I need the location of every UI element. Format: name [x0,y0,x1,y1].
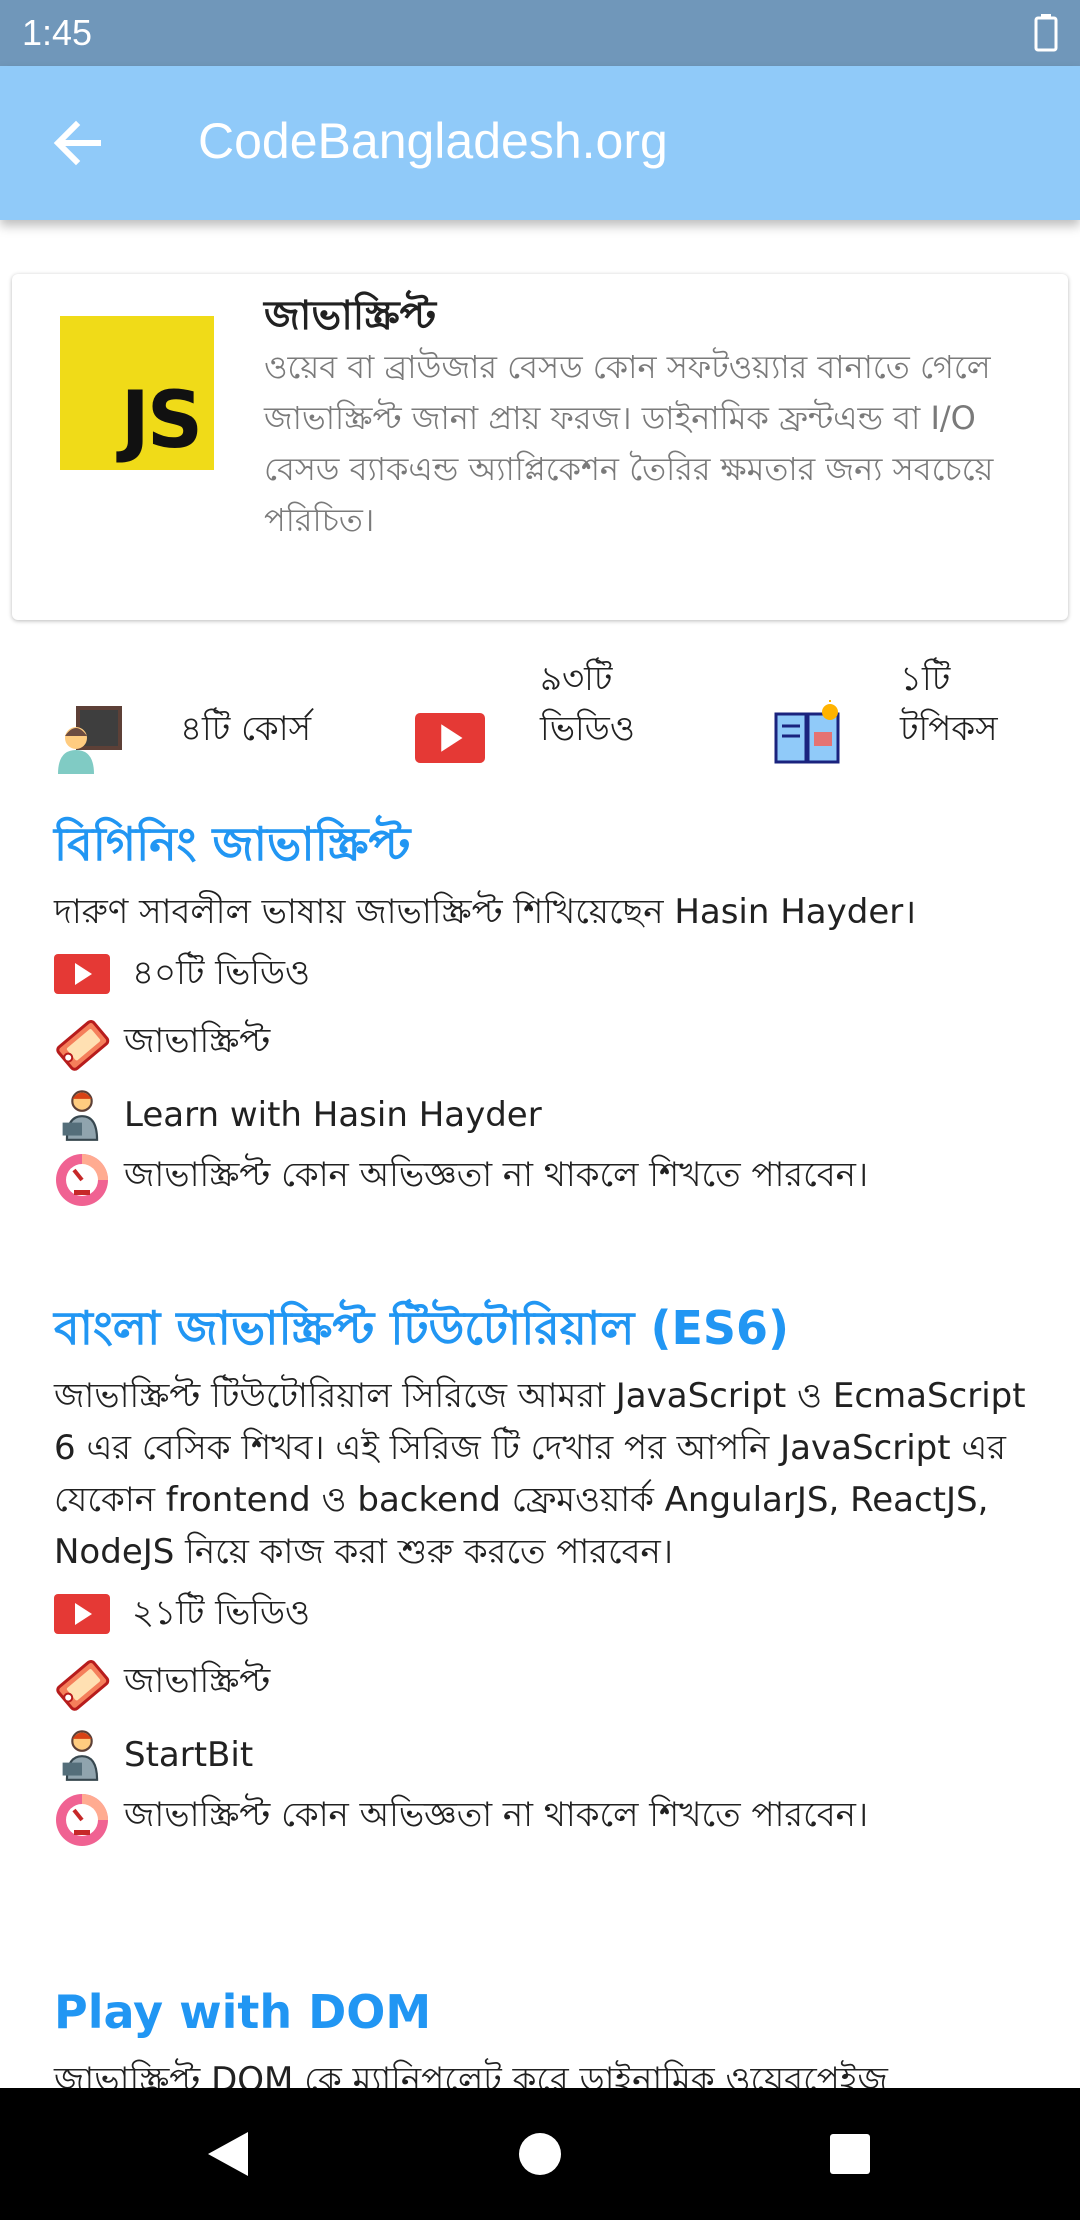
course-author: Learn with Hasin Hayder [124,1095,542,1135]
course-author-row: StartBit [54,1718,1044,1784]
level-gauge-icon [54,1792,110,1852]
course-tag-row: জাভাস্ক্রিপ্ট [54,1650,1044,1718]
stat-videos-label: ৯৩টি ভিডিও [540,659,635,749]
stat-topics: ১টি টপিকস [774,659,1054,800]
course-level-row: জাভাস্ক্রিপ্ট কোন অভিজ্ঞতা না থাকলে শিখত… [54,1784,1044,1852]
course-videos-row: ৪০টি ভিডিও [54,942,1044,1010]
battery-icon [1034,14,1058,56]
stat-courses-label: ৪টি কোর্স [180,709,312,749]
app-title: CodeBangladesh.org [198,113,668,169]
course-card[interactable]: বাংলা জাভাস্ক্রিপ্ট টিউটোরিয়াল (ES6) জা… [54,1298,1044,1852]
author-icon [54,1726,110,1786]
course-title[interactable]: বাংলা জাভাস্ক্রিপ্ট টিউটোরিয়াল (ES6) [54,1298,1044,1358]
tag-icon [54,1018,111,1078]
teacher-icon [54,704,124,778]
nav-recents-icon [830,2134,870,2174]
course-tag[interactable]: জাভাস্ক্রিপ্ট [124,1018,270,1064]
course-card[interactable]: বিগিনিং জাভাস্ক্রিপ্ট দারুণ সাবলীল ভাষায… [54,814,1044,1212]
nav-recents-button[interactable] [822,2126,878,2186]
course-tag-row: জাভাস্ক্রিপ্ট [54,1010,1044,1078]
topic-description: ওয়েব বা ব্রাউজার বেসড কোন সফটওয়্যার বা… [264,348,994,539]
topic-title: জাভাস্ক্রিপ্ট [264,293,437,339]
arrow-back-icon [53,120,101,166]
course-video-count: ৪০টি ভিডিও [132,953,311,993]
course-author: StartBit [124,1735,254,1775]
youtube-icon [54,1590,110,1642]
course-title[interactable]: Play with DOM [54,1982,1044,2042]
course-level: জাভাস্ক্রিপ্ট কোন অভিজ্ঞতা না থাকলে শিখত… [124,1795,869,1835]
course-card[interactable]: Play with DOM জাভাস্ক্রিপ্ট DOM কে ম্যান… [54,1982,1044,2088]
course-video-count: ২১টি ভিডিও [132,1593,311,1633]
book-idea-icon [774,700,844,774]
course-tag[interactable]: জাভাস্ক্রিপ্ট [124,1658,270,1704]
system-nav-bar [0,2088,1080,2220]
course-title[interactable]: বিগিনিং জাভাস্ক্রিপ্ট [54,814,1044,874]
course-videos-row: ২১টি ভিডিও [54,1582,1044,1650]
author-icon [54,1086,110,1146]
course-level: জাভাস্ক্রিপ্ট কোন অভিজ্ঞতা না থাকলে শিখত… [124,1155,869,1195]
js-logo-text: JS [120,376,203,466]
course-description: দারুণ সাবলীল ভাষায় জাভাস্ক্রিপ্ট শিখিয়… [54,892,917,932]
nav-back-icon [208,2132,248,2176]
level-gauge-icon [54,1152,110,1212]
tag-icon [54,1658,111,1718]
nav-home-button[interactable] [512,2126,568,2186]
stat-videos: ৯৩টি ভিডিও [414,659,694,800]
nav-back-button[interactable] [200,2126,256,2186]
course-description: জাভাস্ক্রিপ্ট টিউটোরিয়াল সিরিজে আমরা Ja… [54,1376,1026,1572]
status-bar: 1:45 [0,0,1080,66]
course-description: জাভাস্ক্রিপ্ট DOM কে ম্যানিপুলেট করে ডাই… [54,2060,888,2088]
status-time: 1:45 [22,12,93,53]
course-author-row: Learn with Hasin Hayder [54,1078,1044,1144]
course-level-row: জাভাস্ক্রিপ্ট কোন অভিজ্ঞতা না থাকলে শিখত… [54,1144,1044,1212]
app-bar: CodeBangladesh.org [0,66,1080,220]
back-button[interactable] [46,112,108,174]
nav-home-icon [519,2133,561,2175]
topic-intro-card: JS জাভাস্ক্রিপ্ট ওয়েব বা ব্রাউজার বেসড … [12,274,1068,620]
js-logo: JS [60,316,214,470]
stats-row: ৪টি কোর্স ৯৩টি ভিডিও ১টি টপিকস [0,659,1080,800]
youtube-icon [414,708,486,772]
youtube-icon [54,950,110,1002]
stat-courses: ৪টি কোর্স [54,660,374,800]
stat-topics-label: ১টি টপিকস [900,659,998,749]
content-scroll[interactable]: JS জাভাস্ক্রিপ্ট ওয়েব বা ব্রাউজার বেসড … [0,220,1080,2088]
